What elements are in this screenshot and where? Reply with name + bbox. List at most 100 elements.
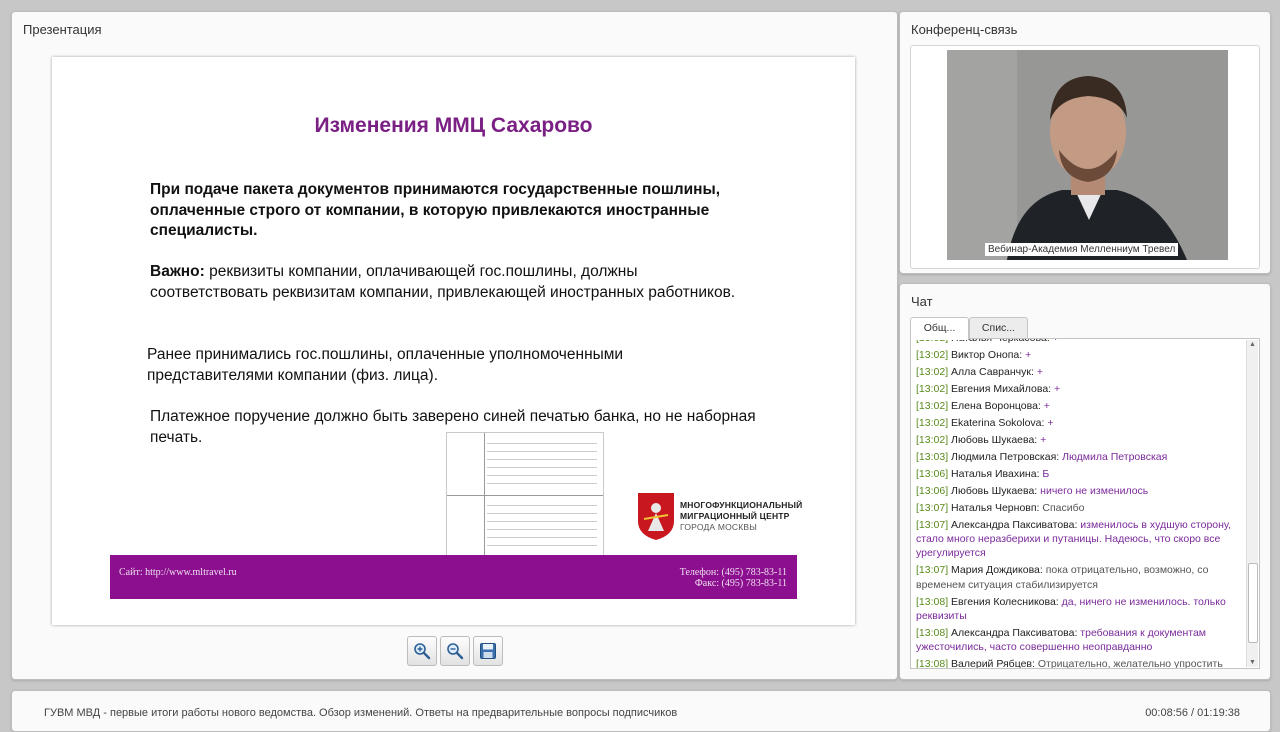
chat-message: [13:02] Виктор Онопа: + bbox=[916, 348, 1238, 362]
chat-message-text: + bbox=[1040, 434, 1047, 446]
slide-paragraph-2-text: реквизиты компании, оплачивающей гос.пош… bbox=[150, 263, 736, 301]
chat-message-time: [13:07] bbox=[916, 519, 949, 531]
chat-message: [13:07] Наталья Черновп: Спасибо bbox=[916, 501, 1238, 515]
chat-message-time: [13:02] bbox=[916, 400, 949, 412]
chat-message-time: [13:06] bbox=[916, 485, 949, 497]
chat-message-author: Александра Паксиватова: bbox=[951, 626, 1078, 639]
chat-message-time: [13:07] bbox=[916, 502, 949, 514]
chat-message: [13:08] Евгения Колесникова: да, ничего … bbox=[916, 595, 1238, 623]
save-icon bbox=[480, 643, 496, 659]
chat-message-time: [13:08] bbox=[916, 626, 949, 639]
chat-messages-box[interactable]: [13:02] Наталья Черкасова: + [13:02] Викт… bbox=[910, 338, 1260, 669]
zoom-in-icon bbox=[414, 643, 431, 660]
tab-participants-list[interactable]: Спис... bbox=[969, 317, 1028, 339]
chat-message-text: + bbox=[1047, 417, 1054, 429]
chat-message-author: Евгения Колесникова: bbox=[951, 595, 1059, 608]
chat-message: [13:08] Александра Паксиватова: требован… bbox=[916, 626, 1238, 654]
chat-message-text: + bbox=[1043, 400, 1050, 412]
chat-message-author: Людмила Петровская: bbox=[951, 451, 1060, 463]
slide-paragraph-2: Важно: реквизиты компании, оплачивающей … bbox=[150, 262, 750, 303]
chat-scrollbar[interactable]: ▲ ▼ bbox=[1246, 340, 1258, 667]
presentation-panel-title: Презентация bbox=[23, 22, 102, 37]
slide-paragraph-1: При подаче пакета документов принимаются… bbox=[150, 181, 721, 239]
save-button[interactable] bbox=[473, 636, 503, 666]
chat-message-time: [13:06] bbox=[916, 468, 949, 480]
zoom-in-button[interactable] bbox=[407, 636, 437, 666]
slide-paragraph-3: Ранее принимались гос.пошлины, оплаченны… bbox=[147, 346, 624, 384]
chat-message-author: Алла Савранчук: bbox=[951, 366, 1034, 378]
chat-message-time: [13:02] bbox=[916, 434, 949, 446]
chat-message-time: [13:02] bbox=[916, 366, 949, 378]
chat-message: [13:07] Мария Дождикова: пока отрицатель… bbox=[916, 563, 1238, 591]
chat-panel-title: Чат bbox=[911, 294, 933, 309]
webinar-title: ГУВМ МВД - первые итоги работы нового ве… bbox=[44, 707, 678, 719]
chat-message: [13:02] Елена Воронцова: + bbox=[916, 399, 1238, 413]
video-container: Вебинар-Академия Мелленниум Тревел bbox=[910, 45, 1260, 269]
chat-message-author: Александра Паксиватова: bbox=[951, 519, 1078, 531]
chat-message-text: + bbox=[1054, 383, 1061, 395]
chat-message-author: Елена Воронцова: bbox=[951, 400, 1041, 412]
logo-line-1: МНОГОФУНКЦИОНАЛЬНЫЙ bbox=[680, 500, 803, 510]
footer-site: Сайт: http://www.mltravel.ru bbox=[119, 567, 237, 578]
logo-line-3: ГОРОДА МОСКВЫ bbox=[680, 522, 758, 532]
chat-message-author: Любовь Шукаева: bbox=[951, 485, 1038, 497]
chat-message: [13:07] Александра Паксиватова: изменило… bbox=[916, 518, 1238, 561]
video-caption: Вебинар-Академия Мелленниум Тревел bbox=[985, 243, 1179, 256]
slide-footer: Сайт: http://www.mltravel.ru Телефон: (4… bbox=[110, 555, 797, 599]
chat-message-text: Б bbox=[1042, 468, 1050, 480]
scroll-up-icon[interactable]: ▲ bbox=[1249, 341, 1256, 348]
chat-message-time: [13:02] bbox=[916, 383, 949, 395]
chat-scroll-thumb[interactable] bbox=[1248, 563, 1258, 643]
chat-message-text: Отрицательно, желательно упростить bbox=[1037, 658, 1223, 669]
chat-message-author: Виктор Онопа: bbox=[951, 349, 1023, 361]
conference-panel-title: Конференц-связь bbox=[911, 22, 1018, 37]
chat-message-text: ничего не изменилось bbox=[1040, 485, 1149, 497]
chat-message: [13:03] Людмила Петровская: Людмила Петр… bbox=[916, 450, 1238, 464]
playback-time: 00:08:56 / 01:19:38 bbox=[1145, 707, 1240, 719]
payment-order-image bbox=[446, 432, 604, 558]
chat-message-text: + bbox=[1025, 349, 1032, 361]
chat-message-author: Любовь Шукаева: bbox=[951, 434, 1038, 446]
zoom-out-button[interactable] bbox=[440, 636, 470, 666]
chat-message-time: [13:02] bbox=[916, 349, 949, 361]
chat-message-author: Мария Дождикова: bbox=[951, 564, 1043, 577]
chat-message: [13:02] Алла Савранчук: + bbox=[916, 365, 1238, 379]
chat-message-list: [13:02] Наталья Черкасова: + [13:02] Викт… bbox=[916, 338, 1238, 669]
status-bar: ГУВМ МВД - первые итоги работы нового ве… bbox=[11, 690, 1271, 732]
chat-message-text: + bbox=[1036, 366, 1043, 378]
scroll-down-icon[interactable]: ▼ bbox=[1249, 659, 1256, 666]
moscow-coat-of-arms-icon bbox=[638, 493, 674, 540]
chat-message-author: Наталья Ивахина: bbox=[951, 468, 1040, 480]
chat-message-author: Ekaterina Sokolova: bbox=[951, 417, 1045, 429]
chat-message-time: [13:08] bbox=[916, 595, 949, 608]
presenter-video-image bbox=[947, 50, 1228, 260]
tab-general-chat[interactable]: Общ... bbox=[910, 317, 969, 340]
chat-message-author: Евгения Михайлова: bbox=[951, 383, 1052, 395]
chat-message: [13:06] Любовь Шукаева: ничего не измени… bbox=[916, 484, 1238, 498]
chat-message-time: [13:02] bbox=[916, 417, 949, 429]
chat-panel: Чат Общ... Спис... [13:02] Наталья Черка… bbox=[899, 283, 1271, 680]
chat-message-author: Валерий Рябцев: bbox=[951, 658, 1035, 669]
zoom-out-icon bbox=[447, 643, 464, 660]
video-feed[interactable]: Вебинар-Академия Мелленниум Тревел bbox=[947, 50, 1228, 260]
chat-message-time: [13:07] bbox=[916, 564, 949, 577]
footer-phone: Телефон: (495) 783-83-11 bbox=[679, 567, 787, 578]
mmc-logo: МНОГОФУНКЦИОНАЛЬНЫЙ МИГРАЦИОННЫЙ ЦЕНТР Г… bbox=[636, 491, 811, 541]
chat-message-time: [13:08] bbox=[916, 658, 949, 669]
slide-title: Изменения ММЦ Сахарово bbox=[314, 114, 593, 137]
chat-message: [13:06] Наталья Ивахина: Б bbox=[916, 467, 1238, 481]
chat-message: [13:02] Любовь Шукаева: + bbox=[916, 433, 1238, 447]
logo-line-2: МИГРАЦИОННЫЙ ЦЕНТР bbox=[680, 511, 790, 521]
chat-message-text: Спасибо bbox=[1042, 502, 1085, 514]
chat-message-text: Людмила Петровская bbox=[1062, 451, 1168, 463]
chat-message: [13:02] Ekaterina Sokolova: + bbox=[916, 416, 1238, 430]
footer-fax: Факс: (495) 783-83-11 bbox=[694, 578, 787, 589]
chat-message-author: Наталья Черновп: bbox=[951, 502, 1040, 514]
chat-message-time: [13:03] bbox=[916, 451, 949, 463]
chat-message: [13:08] Валерий Рябцев: Отрицательно, же… bbox=[916, 657, 1238, 669]
presentation-slide: Изменения ММЦ Сахарово При подаче пакета… bbox=[52, 57, 855, 625]
chat-message-text: + bbox=[1052, 338, 1059, 344]
conference-panel: Конференц-связь Вебинар-Академия Мелленн… bbox=[899, 11, 1271, 274]
slide-paragraph-2-bold: Важно: bbox=[150, 263, 205, 280]
presentation-panel: Презентация Изменения ММЦ Сахарово При п… bbox=[11, 11, 898, 680]
